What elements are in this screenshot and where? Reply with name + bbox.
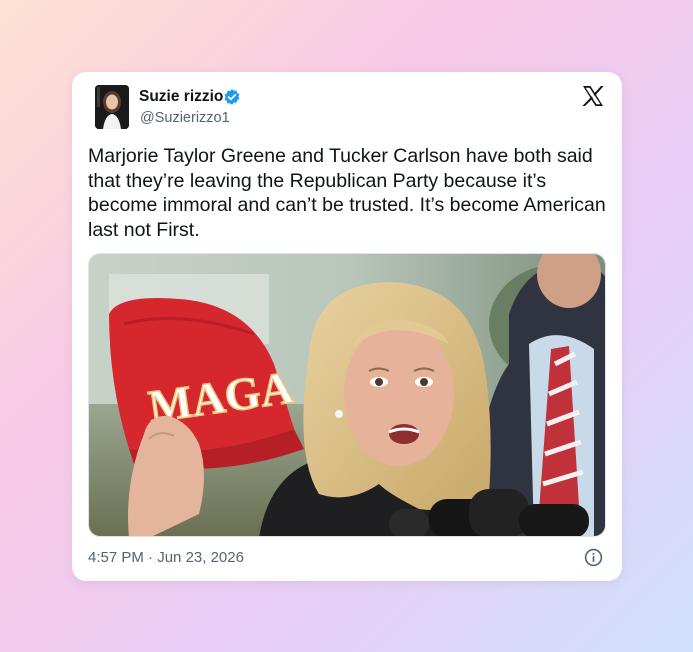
x-logo-icon[interactable] — [581, 85, 605, 107]
author-name[interactable]: Suzie rizzio — [139, 88, 223, 106]
author-avatar[interactable] — [95, 85, 129, 129]
timestamp-separator: · — [148, 549, 154, 566]
tweet-timestamp[interactable]: 4:57 PM · Jun 23, 2026 — [88, 549, 244, 566]
tweet-media-image[interactable]: MAGA — [88, 253, 606, 537]
verified-badge-icon — [223, 88, 241, 106]
tweet-card: Suzie rizzio @Suzierizzo1 Marjorie Taylo… — [72, 72, 622, 581]
tweet-time: 4:57 PM — [88, 549, 144, 566]
author-handle[interactable]: @Suzierizzo1 — [140, 110, 230, 126]
tweet-text: Marjorie Taylor Greene and Tucker Carlso… — [88, 145, 606, 241]
tweet-date: Jun 23, 2026 — [157, 549, 244, 566]
info-icon[interactable] — [584, 548, 603, 567]
